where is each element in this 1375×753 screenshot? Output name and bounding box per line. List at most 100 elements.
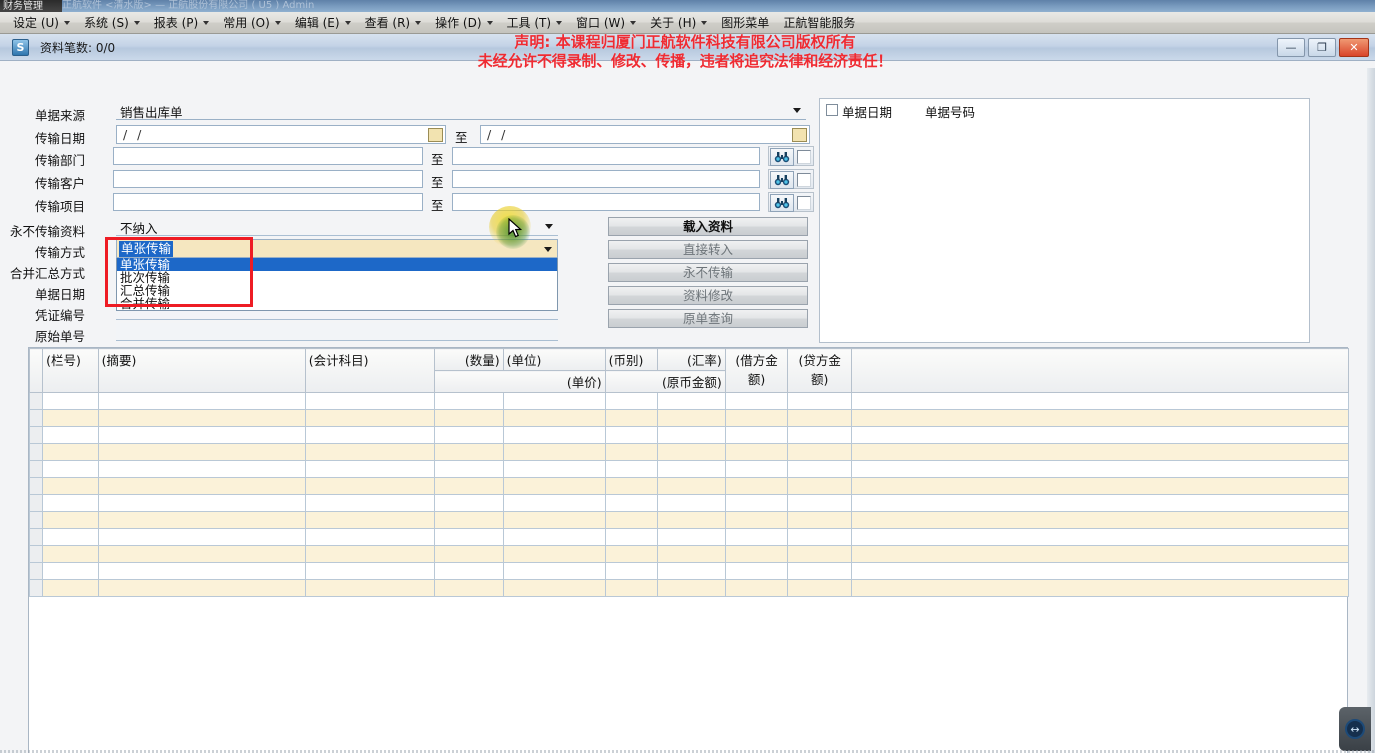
table-row[interactable]	[28, 392, 1349, 410]
cell-debit[interactable]	[724, 494, 789, 512]
cell-currency[interactable]	[604, 409, 659, 427]
menu-item-reports[interactable]: 报表 (P)	[147, 13, 216, 33]
grid-col-account[interactable]: (会计科目)	[304, 348, 435, 393]
row-selector[interactable]	[28, 477, 44, 495]
grid-col-unit-price[interactable]: (单价)	[433, 370, 606, 393]
menu-item-edit[interactable]: 编辑 (E)	[288, 13, 358, 33]
grid-col-exchange-rate[interactable]: (汇率)	[657, 348, 726, 371]
cell-currency[interactable]	[604, 426, 659, 444]
grid-col-debit-amount[interactable]: (借方金额)	[724, 348, 789, 393]
transfer-mode-option-0[interactable]: 单张传输	[117, 258, 557, 271]
cell-debit[interactable]	[724, 443, 789, 461]
cell-unit[interactable]	[502, 392, 606, 410]
cell-quantity[interactable]	[433, 545, 504, 563]
cell-lineno[interactable]	[42, 477, 99, 495]
cell-currency[interactable]	[604, 545, 659, 563]
cell-rate[interactable]	[657, 409, 726, 427]
cell-account[interactable]	[304, 392, 435, 410]
grid-col-select[interactable]	[28, 348, 44, 393]
transfer-customer-to-input[interactable]	[452, 170, 760, 188]
cell-credit[interactable]	[787, 511, 853, 529]
cell-quantity[interactable]	[433, 494, 504, 512]
grid-col-quantity[interactable]: (数量)	[433, 348, 504, 371]
transfer-project-from-input[interactable]	[113, 193, 423, 211]
menu-item-common[interactable]: 常用 (O)	[216, 13, 288, 33]
menu-item-system[interactable]: 系统 (S)	[77, 13, 147, 33]
menu-item-operation[interactable]: 操作 (D)	[428, 13, 499, 33]
transfer-mode-dropdown[interactable]: 单张传输 单张传输 批次传输 汇总传输 合并传输	[116, 239, 558, 311]
load-data-button[interactable]: 载入资料	[608, 217, 808, 236]
cell-account[interactable]	[304, 511, 435, 529]
row-selector[interactable]	[28, 511, 44, 529]
menu-item-view[interactable]: 查看 (R)	[358, 13, 429, 33]
cell-credit[interactable]	[787, 426, 853, 444]
cell-debit[interactable]	[724, 392, 789, 410]
cell-debit[interactable]	[724, 460, 789, 478]
voucher-grid[interactable]: (栏号) (摘要) (会计科目) (数量) (单位) (币别) (汇率) (借方…	[28, 347, 1349, 753]
row-selector[interactable]	[28, 494, 44, 512]
menu-item-tools[interactable]: 工具 (T)	[500, 13, 570, 33]
cell-account[interactable]	[304, 443, 435, 461]
cell-summary[interactable]	[97, 392, 306, 410]
cell-rate[interactable]	[657, 426, 726, 444]
grid-col-unit[interactable]: (单位)	[502, 348, 606, 371]
transfer-mode-combo-field[interactable]: 单张传输	[116, 239, 558, 258]
original-no-input[interactable]	[116, 323, 558, 341]
cell-rate[interactable]	[657, 579, 726, 597]
cell-lineno[interactable]	[42, 443, 99, 461]
calendar-icon[interactable]	[792, 128, 807, 142]
cell-quantity[interactable]	[433, 460, 504, 478]
transfer-mode-option-1[interactable]: 批次传输	[117, 271, 557, 284]
cell-unit[interactable]	[502, 426, 606, 444]
cell-account[interactable]	[304, 545, 435, 563]
cell-quantity[interactable]	[433, 443, 504, 461]
cell-quantity[interactable]	[433, 511, 504, 529]
source-combo[interactable]: 销售出库单	[116, 101, 806, 120]
transfer-dept-to-input[interactable]	[452, 147, 760, 165]
mdi-titlebar[interactable]: S 资料笔数: 0/0 — ❐ ✕	[0, 34, 1375, 61]
menu-item-settings[interactable]: 设定 (U)	[6, 13, 77, 33]
chevron-down-icon[interactable]	[790, 103, 804, 117]
transfer-mode-option-2[interactable]: 汇总传输	[117, 284, 557, 297]
chevron-down-icon[interactable]	[542, 219, 556, 233]
table-row[interactable]	[28, 409, 1349, 427]
table-row[interactable]	[28, 545, 1349, 563]
cell-lineno[interactable]	[42, 545, 99, 563]
cell-account[interactable]	[304, 460, 435, 478]
cell-lineno[interactable]	[42, 528, 99, 546]
cell-credit[interactable]	[787, 409, 853, 427]
cell-summary[interactable]	[97, 477, 306, 495]
row-selector[interactable]	[28, 579, 44, 597]
modify-data-button[interactable]: 资料修改	[608, 286, 808, 305]
row-selector[interactable]	[28, 528, 44, 546]
cell-quantity[interactable]	[433, 579, 504, 597]
cell-summary[interactable]	[97, 443, 306, 461]
menu-item-window[interactable]: 窗口 (W)	[569, 13, 643, 33]
cell-quantity[interactable]	[433, 409, 504, 427]
cell-unit[interactable]	[502, 494, 606, 512]
cell-currency[interactable]	[604, 528, 659, 546]
menu-item-about[interactable]: 关于 (H)	[643, 13, 714, 33]
row-selector[interactable]	[28, 409, 44, 427]
cell-unit[interactable]	[502, 545, 606, 563]
cell-currency[interactable]	[604, 494, 659, 512]
cell-credit[interactable]	[787, 579, 853, 597]
row-selector[interactable]	[28, 443, 44, 461]
grid-col-lineno[interactable]: (栏号)	[42, 348, 99, 393]
cell-debit[interactable]	[724, 562, 789, 580]
cell-lineno[interactable]	[42, 494, 99, 512]
cell-rate[interactable]	[657, 528, 726, 546]
cell-credit[interactable]	[787, 545, 853, 563]
cell-unit[interactable]	[502, 511, 606, 529]
table-row[interactable]	[28, 494, 1349, 512]
cell-account[interactable]	[304, 409, 435, 427]
cell-rate[interactable]	[657, 511, 726, 529]
cell-debit[interactable]	[724, 528, 789, 546]
never-transfer-combo[interactable]: 不纳入	[116, 217, 558, 236]
transfer-project-to-input[interactable]	[452, 193, 760, 211]
table-row[interactable]	[28, 511, 1349, 529]
cell-lineno[interactable]	[42, 409, 99, 427]
cell-currency[interactable]	[604, 579, 659, 597]
cell-debit[interactable]	[724, 426, 789, 444]
menu-item-graphic-menu[interactable]: 图形菜单	[714, 13, 776, 33]
